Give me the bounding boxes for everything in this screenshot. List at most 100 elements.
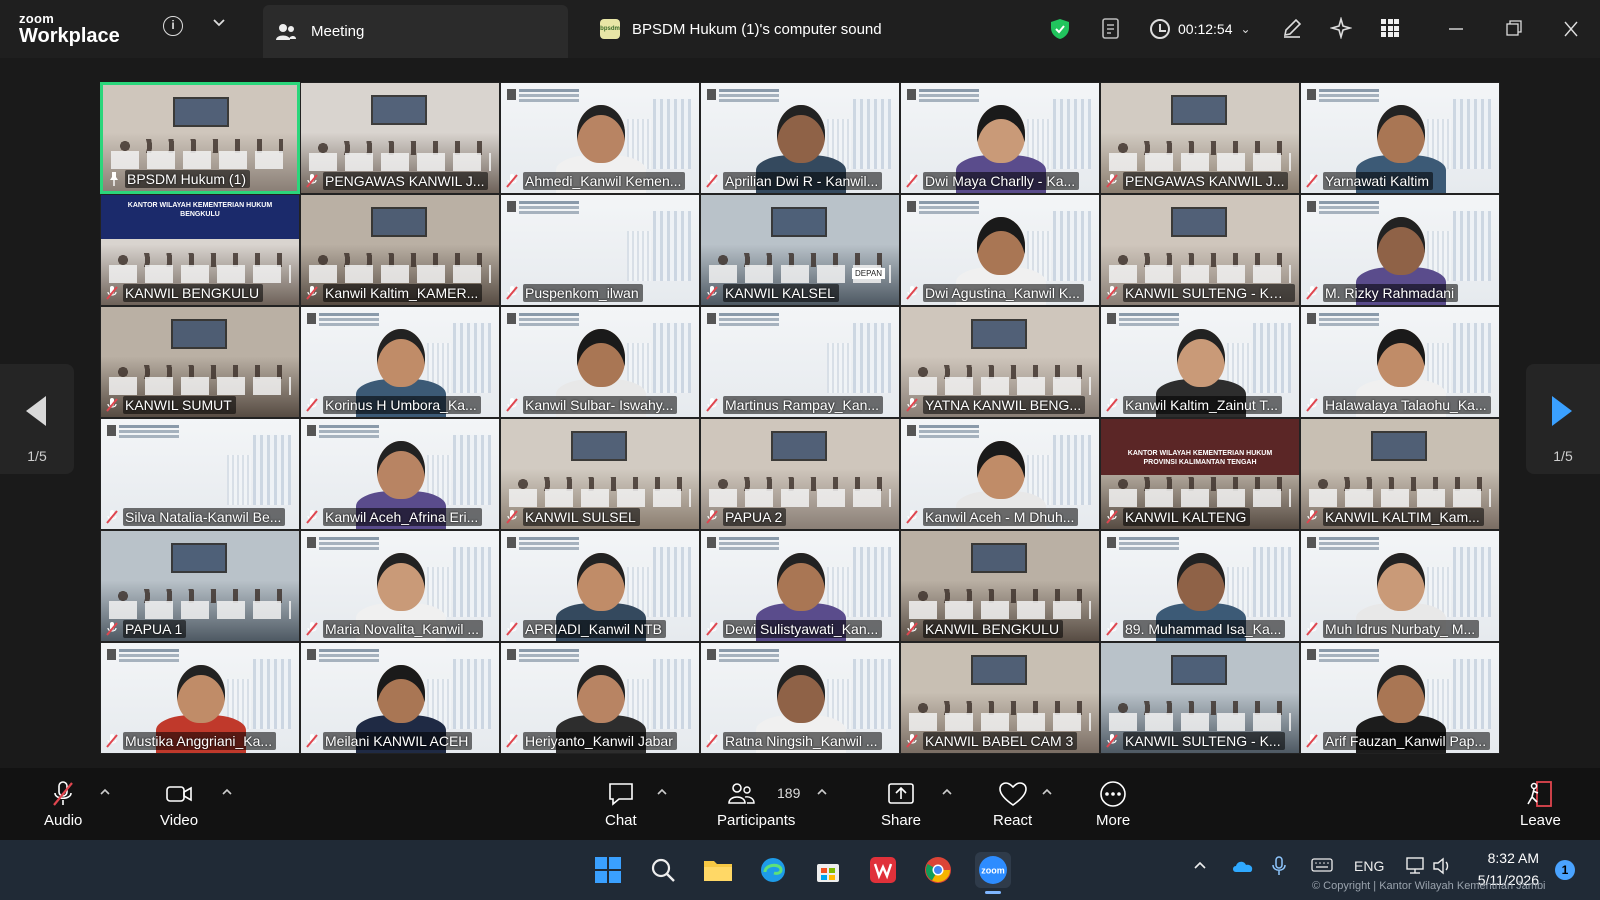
person-silhouette-head <box>1377 217 1425 275</box>
participant-tile[interactable]: M. Rizky Rahmadani <box>1300 194 1500 306</box>
participant-tile[interactable]: Heriyanto_Kanwil Jabar <box>500 642 700 754</box>
participant-tile[interactable]: PENGAWAS KANWIL J... <box>1100 82 1300 194</box>
notes-icon[interactable] <box>1101 17 1121 41</box>
search-icon[interactable] <box>645 852 681 888</box>
participant-tile[interactable]: Kanwil Kaltim_Zainut T... <box>1100 306 1300 418</box>
participant-tile[interactable]: Korinus H Umbora_Ka... <box>300 306 500 418</box>
participant-tile[interactable]: 89. Muhammad Isa_Ka... <box>1100 530 1300 642</box>
participant-tile[interactable]: Martinus Rampay_Kan... <box>700 306 900 418</box>
participant-tile[interactable]: KANWIL SULTENG - K... <box>1100 642 1300 754</box>
tray-chevron-up-icon[interactable] <box>1193 858 1207 875</box>
participant-tile[interactable]: Dwi Agustina_Kanwil K... <box>900 194 1100 306</box>
tab-meeting[interactable]: Meeting <box>263 5 568 58</box>
virtual-background-graphic <box>507 201 516 212</box>
participant-tile[interactable]: Meilani KANWIL ACEH <box>300 642 500 754</box>
participant-tile[interactable]: Kanwil Sulbar- Iswahy... <box>500 306 700 418</box>
meeting-timer[interactable]: 00:12:54 ⌄ <box>1150 17 1251 41</box>
participant-tile[interactable]: PAPUA 1 <box>100 530 300 642</box>
participant-tile[interactable]: Mustika Anggriani_Ka... <box>100 642 300 754</box>
participant-tile[interactable]: Maria Novalita_Kanwil ... <box>300 530 500 642</box>
audio-options-caret[interactable] <box>98 786 112 800</box>
participant-tile[interactable]: YATNA KANWIL BENG... <box>900 306 1100 418</box>
participant-tile[interactable]: APRIADI_Kanwil NTB <box>500 530 700 642</box>
info-icon[interactable]: i <box>163 16 183 36</box>
participant-name-label: BPSDM Hukum (1) <box>107 169 293 189</box>
participant-tile[interactable]: Arif Fauzan_Kanwil Pap... <box>1300 642 1500 754</box>
windows-start-icon[interactable] <box>590 852 626 888</box>
minimize-button[interactable] <box>1441 14 1471 44</box>
chat-button[interactable]: Chat <box>605 780 637 829</box>
participant-tile[interactable]: KANWIL BABEL CAM 3 <box>900 642 1100 754</box>
leave-button[interactable]: Leave <box>1520 780 1561 829</box>
participant-tile[interactable]: Muh Idrus Nurbaty_ M... <box>1300 530 1500 642</box>
microphone-icon[interactable] <box>1272 856 1286 879</box>
participant-tile[interactable]: Kanwil Aceh_Afrina Eri... <box>300 418 500 530</box>
room-screen <box>371 95 427 125</box>
participant-tile[interactable]: Ahmedi_Kanwil Kemen... <box>500 82 700 194</box>
participant-tile[interactable]: KANTOR WILAYAH KEMENTERIAN HUKUM BENGKULU… <box>100 194 300 306</box>
virtual-background-graphic <box>519 313 579 316</box>
next-page-button[interactable]: 1/5 <box>1526 364 1600 474</box>
participant-tile[interactable]: KANWIL BENGKULU <box>900 530 1100 642</box>
audio-label: Audio <box>44 812 83 829</box>
room-screen <box>571 431 627 461</box>
taskbar-time[interactable]: 8:32 AM <box>1459 850 1539 866</box>
chat-options-caret[interactable] <box>655 786 669 800</box>
chevron-down-icon[interactable] <box>212 16 226 30</box>
participant-tile[interactable]: PENGAWAS KANWIL J... <box>300 82 500 194</box>
participant-tile[interactable]: Puspenkom_ilwan <box>500 194 700 306</box>
microsoft-store-icon[interactable] <box>810 852 846 888</box>
participant-tile[interactable]: KANWIL SULTENG - KAM... <box>1100 194 1300 306</box>
participant-tile[interactable]: Kanwil Aceh - M Dhuh... <box>900 418 1100 530</box>
language-indicator[interactable]: ENG <box>1354 858 1384 874</box>
video-button[interactable]: Video <box>160 780 198 829</box>
react-button[interactable]: React <box>993 780 1032 829</box>
microphone-muted-icon <box>506 286 518 300</box>
participant-tile[interactable]: Dwi Maya Charlly - Ka... <box>900 82 1100 194</box>
video-options-caret[interactable] <box>220 786 234 800</box>
pencil-icon[interactable] <box>1281 17 1303 39</box>
security-shield-icon[interactable] <box>1050 18 1070 40</box>
participant-tile[interactable]: KANWIL SULSEL <box>500 418 700 530</box>
share-button[interactable]: Share <box>881 780 921 829</box>
participant-tile[interactable]: Dewi Sulistyawati_Kan... <box>700 530 900 642</box>
microphone-muted-icon <box>706 174 718 188</box>
participant-tile[interactable]: PAPUA 2 <box>700 418 900 530</box>
participant-tile[interactable]: KANWIL KALTIM_Kam... <box>1300 418 1500 530</box>
participant-tile[interactable]: KANWIL SUMUT <box>100 306 300 418</box>
share-options-caret[interactable] <box>940 786 954 800</box>
participant-tile[interactable]: Halawalaya Talaohu_Ka... <box>1300 306 1500 418</box>
participant-tile[interactable]: BPSDM Hukum (1) <box>100 82 300 194</box>
zoom-app-icon[interactable]: zoom <box>975 852 1011 894</box>
react-options-caret[interactable] <box>1040 786 1054 800</box>
volume-icon[interactable] <box>1432 856 1452 879</box>
wps-office-icon[interactable] <box>865 852 901 888</box>
restore-button[interactable] <box>1499 14 1529 44</box>
notification-badge[interactable]: 1 <box>1555 860 1575 880</box>
participant-tile[interactable]: KANTOR WILAYAH KEMENTERIAN HUKUM PROVINSI… <box>1100 418 1300 530</box>
apps-grid-icon[interactable] <box>1381 19 1399 37</box>
audio-button[interactable]: Audio <box>44 780 82 829</box>
room-furniture <box>509 489 691 507</box>
participant-tile[interactable]: Ratna Ningsih_Kanwil ... <box>700 642 900 754</box>
participant-tile[interactable]: DEPAN KANWIL KALSEL <box>700 194 900 306</box>
close-button[interactable] <box>1556 14 1586 44</box>
participant-tile[interactable]: Kanwil Kaltim_KAMER... <box>300 194 500 306</box>
chrome-browser-icon[interactable] <box>920 852 956 888</box>
network-icon[interactable] <box>1405 856 1427 879</box>
previous-page-button[interactable]: 1/5 <box>0 364 74 474</box>
edge-browser-icon[interactable] <box>755 852 791 888</box>
chevron-down-icon: ⌄ <box>1240 22 1251 36</box>
participant-tile[interactable]: Aprilian Dwi R - Kanwil... <box>700 82 900 194</box>
tab-computer-sound[interactable]: bpsdm BPSDM Hukum (1)'s computer sound <box>600 16 882 42</box>
microphone-muted-icon <box>1306 286 1318 300</box>
file-explorer-icon[interactable] <box>700 852 736 888</box>
more-button[interactable]: More <box>1096 780 1130 829</box>
onedrive-cloud-icon[interactable] <box>1231 856 1255 877</box>
ai-companion-sparkle-icon[interactable] <box>1330 17 1352 39</box>
participant-name: M. Rizky Rahmadani <box>1323 284 1459 302</box>
participant-tile[interactable]: Yarnawati Kaltim <box>1300 82 1500 194</box>
participant-tile[interactable]: Silva Natalia-Kanwil Be... <box>100 418 300 530</box>
keyboard-icon[interactable] <box>1311 857 1333 876</box>
participants-options-caret[interactable] <box>815 786 829 800</box>
